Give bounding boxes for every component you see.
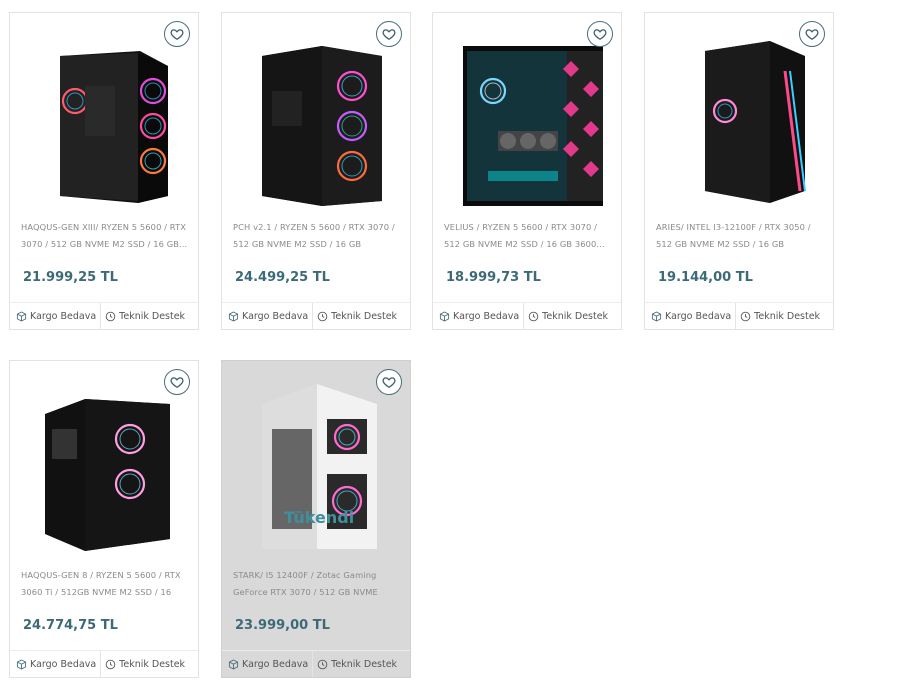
product-card[interactable]: PCH v2.1 / RYZEN 5 5600 / RTX 3070 / 512… bbox=[221, 12, 411, 330]
support-badge: Teknik Destek bbox=[101, 659, 185, 670]
favorite-button[interactable] bbox=[799, 21, 825, 47]
product-badges: Kargo Bedava Teknik Destek bbox=[10, 302, 198, 329]
support-label: Teknik Destek bbox=[754, 310, 821, 322]
product-card[interactable]: VELIUS / RYZEN 5 5600 / RTX 3070 / 512 G… bbox=[432, 12, 622, 330]
product-title[interactable]: VELIUS / RYZEN 5 5600 / RTX 3070 / 512 G… bbox=[444, 219, 612, 253]
favorite-button[interactable] bbox=[587, 21, 613, 47]
heart-icon bbox=[382, 377, 396, 389]
shipping-label: Kargo Bedava bbox=[30, 658, 97, 670]
clock-icon bbox=[105, 311, 116, 321]
box-icon bbox=[16, 659, 27, 669]
heart-icon bbox=[593, 29, 607, 41]
clock-icon bbox=[105, 659, 116, 669]
heart-icon bbox=[382, 29, 396, 41]
shipping-badge: Kargo Bedava bbox=[222, 303, 314, 329]
shipping-badge: Kargo Bedava bbox=[433, 303, 525, 329]
box-icon bbox=[16, 311, 27, 321]
product-badges: Kargo Bedava Teknik Destek bbox=[222, 650, 410, 677]
shipping-badge: Kargo Bedava bbox=[645, 303, 737, 329]
shipping-label: Kargo Bedava bbox=[242, 310, 309, 322]
heart-icon bbox=[805, 29, 819, 41]
favorite-button[interactable] bbox=[164, 369, 190, 395]
product-card[interactable]: ARIES/ INTEL I3-12100F / RTX 3050 / 512 … bbox=[644, 12, 834, 330]
support-badge: Teknik Destek bbox=[736, 311, 820, 322]
clock-icon bbox=[317, 311, 328, 321]
product-title[interactable]: ARIES/ INTEL I3-12100F / RTX 3050 / 512 … bbox=[656, 219, 824, 253]
product-image[interactable] bbox=[453, 31, 608, 206]
heart-icon bbox=[170, 29, 184, 41]
product-image[interactable] bbox=[242, 31, 392, 206]
product-badges: Kargo Bedava Teknik Destek bbox=[222, 302, 410, 329]
heart-icon bbox=[170, 377, 184, 389]
product-image[interactable] bbox=[30, 379, 180, 554]
favorite-button[interactable] bbox=[164, 21, 190, 47]
product-title[interactable]: STARK/ I5 12400F / Zotac Gaming GeForce … bbox=[233, 567, 401, 601]
support-label: Teknik Destek bbox=[119, 310, 186, 322]
product-card[interactable]: STARK/ I5 12400F / Zotac Gaming GeForce … bbox=[221, 360, 411, 678]
product-badges: Kargo Bedava Teknik Destek bbox=[645, 302, 833, 329]
product-title[interactable]: PCH v2.1 / RYZEN 5 5600 / RTX 3070 / 512… bbox=[233, 219, 401, 253]
product-image[interactable] bbox=[242, 379, 392, 554]
product-badges: Kargo Bedava Teknik Destek bbox=[433, 302, 621, 329]
product-price: 24.774,75 TL bbox=[23, 618, 118, 633]
clock-icon bbox=[528, 311, 539, 321]
support-label: Teknik Destek bbox=[331, 658, 398, 670]
support-label: Teknik Destek bbox=[119, 658, 186, 670]
support-label: Teknik Destek bbox=[542, 310, 609, 322]
product-card[interactable]: HAQQUS-GEN 8 / RYZEN 5 5600 / RTX 3060 T… bbox=[9, 360, 199, 678]
support-badge: Teknik Destek bbox=[524, 311, 608, 322]
clock-icon bbox=[740, 311, 751, 321]
product-card[interactable]: HAQQUS-GEN XIII/ RYZEN 5 5600 / RTX 3070… bbox=[9, 12, 199, 330]
box-icon bbox=[439, 311, 450, 321]
shipping-label: Kargo Bedava bbox=[453, 310, 520, 322]
product-price: 18.999,73 TL bbox=[446, 270, 541, 285]
support-badge: Teknik Destek bbox=[101, 311, 185, 322]
product-price: 24.499,25 TL bbox=[235, 270, 330, 285]
product-badges: Kargo Bedava Teknik Destek bbox=[10, 650, 198, 677]
product-price: 19.144,00 TL bbox=[658, 270, 753, 285]
shipping-badge: Kargo Bedava bbox=[10, 651, 102, 677]
sold-out-label: Tükendi bbox=[284, 508, 355, 527]
box-icon bbox=[228, 659, 239, 669]
box-icon bbox=[228, 311, 239, 321]
support-badge: Teknik Destek bbox=[313, 311, 397, 322]
product-image[interactable] bbox=[30, 31, 180, 206]
support-badge: Teknik Destek bbox=[313, 659, 397, 670]
support-label: Teknik Destek bbox=[331, 310, 398, 322]
shipping-label: Kargo Bedava bbox=[665, 310, 732, 322]
shipping-label: Kargo Bedava bbox=[242, 658, 309, 670]
product-price: 23.999,00 TL bbox=[235, 618, 330, 633]
box-icon bbox=[651, 311, 662, 321]
clock-icon bbox=[317, 659, 328, 669]
shipping-label: Kargo Bedava bbox=[30, 310, 97, 322]
shipping-badge: Kargo Bedava bbox=[222, 651, 314, 677]
product-image[interactable] bbox=[665, 31, 815, 206]
product-title[interactable]: HAQQUS-GEN 8 / RYZEN 5 5600 / RTX 3060 T… bbox=[21, 567, 189, 601]
favorite-button[interactable] bbox=[376, 369, 402, 395]
product-title[interactable]: HAQQUS-GEN XIII/ RYZEN 5 5600 / RTX 3070… bbox=[21, 219, 189, 253]
favorite-button[interactable] bbox=[376, 21, 402, 47]
product-price: 21.999,25 TL bbox=[23, 270, 118, 285]
shipping-badge: Kargo Bedava bbox=[10, 303, 102, 329]
